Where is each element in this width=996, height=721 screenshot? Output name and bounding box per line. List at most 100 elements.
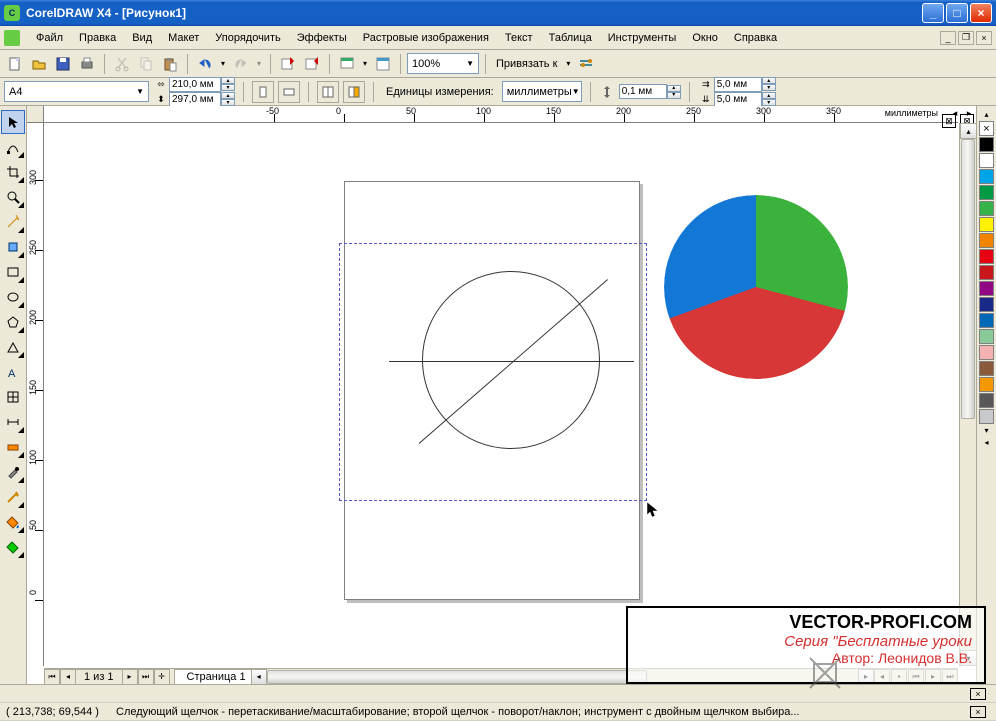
menu-файл[interactable]: Файл <box>28 29 71 47</box>
menu-справка[interactable]: Справка <box>726 29 785 47</box>
spin-down[interactable]: ▾ <box>762 99 776 106</box>
window-minimize-button[interactable]: _ <box>922 3 944 23</box>
snap-dropdown[interactable]: ▾ <box>563 53 573 75</box>
welcome-button[interactable] <box>372 53 394 75</box>
fill-indicator[interactable] <box>970 688 986 700</box>
next-page-button[interactable]: ▸ <box>122 669 138 685</box>
window-maximize-button[interactable]: □ <box>946 3 968 23</box>
launch-dropdown[interactable]: ▾ <box>360 53 370 75</box>
interactive-fill-tool[interactable] <box>1 535 25 559</box>
vertical-ruler[interactable]: 050100150200250300 <box>27 123 44 666</box>
all-pages-button[interactable] <box>317 81 339 103</box>
color-swatch[interactable] <box>979 313 994 328</box>
text-tool[interactable]: A <box>1 360 25 384</box>
spin-down[interactable]: ▾ <box>221 84 235 91</box>
scroll-down-button[interactable]: ▾ <box>960 650 977 666</box>
table-tool[interactable] <box>1 385 25 409</box>
import-button[interactable] <box>277 53 299 75</box>
shape-tool[interactable] <box>1 135 25 159</box>
window-close-button[interactable]: × <box>970 3 992 23</box>
launch-button[interactable] <box>336 53 358 75</box>
spin-up[interactable]: ▴ <box>667 85 681 92</box>
menu-эффекты[interactable]: Эффекты <box>289 29 355 47</box>
menu-упорядочить[interactable]: Упорядочить <box>207 29 288 47</box>
rectangle-tool[interactable] <box>1 260 25 284</box>
drawing-canvas[interactable] <box>44 123 958 666</box>
spin-down[interactable]: ▾ <box>762 84 776 91</box>
color-swatch[interactable] <box>979 329 994 344</box>
no-color-swatch[interactable] <box>979 121 994 136</box>
nav-button-1[interactable]: ◂ <box>874 669 890 685</box>
landscape-button[interactable] <box>278 81 300 103</box>
color-swatch[interactable] <box>979 409 994 424</box>
page-tab-1[interactable]: Страница 1 <box>174 669 259 685</box>
open-button[interactable] <box>28 53 50 75</box>
spin-up[interactable]: ▴ <box>762 92 776 99</box>
menu-текст[interactable]: Текст <box>497 29 541 47</box>
mdi-close-button[interactable]: × <box>976 31 992 45</box>
mdi-restore-button[interactable]: ❐ <box>958 31 974 45</box>
pick-tool[interactable] <box>1 110 25 134</box>
color-swatch[interactable] <box>979 153 994 168</box>
nav-button-2[interactable]: ▪ <box>891 669 907 685</box>
spin-up[interactable]: ▴ <box>221 92 235 99</box>
page-height-input[interactable]: 297,0 мм <box>169 92 221 107</box>
color-swatch[interactable] <box>979 393 994 408</box>
color-swatch[interactable] <box>979 185 994 200</box>
color-swatch[interactable] <box>979 217 994 232</box>
menu-инструменты[interactable]: Инструменты <box>600 29 685 47</box>
undo-button[interactable] <box>194 53 216 75</box>
page-width-input[interactable]: 210,0 мм <box>169 77 221 92</box>
scroll-right-button[interactable]: ▸ <box>858 669 874 685</box>
color-swatch[interactable] <box>979 377 994 392</box>
nav-button-3[interactable]: ⏮ <box>908 669 924 685</box>
zoom-combo[interactable]: 100% ▼ <box>407 53 479 74</box>
scroll-up-button[interactable]: ▴ <box>960 123 977 139</box>
freehand-tool[interactable] <box>1 210 25 234</box>
mdi-minimize-button[interactable]: _ <box>940 31 956 45</box>
add-page-button[interactable]: ✛ <box>154 669 170 685</box>
color-swatch[interactable] <box>979 281 994 296</box>
first-page-button[interactable]: ⏮ <box>44 669 60 685</box>
outline-tool[interactable] <box>1 485 25 509</box>
export-button[interactable] <box>301 53 323 75</box>
nav-button-4[interactable]: ▸ <box>925 669 941 685</box>
palette-up-button[interactable]: ▴ <box>980 108 994 120</box>
dup-x-input[interactable]: 5,0 мм <box>714 77 762 92</box>
ellipse-tool[interactable] <box>1 285 25 309</box>
menu-окно[interactable]: Окно <box>684 29 726 47</box>
color-swatch[interactable] <box>979 137 994 152</box>
menu-правка[interactable]: Правка <box>71 29 124 47</box>
color-swatch[interactable] <box>979 233 994 248</box>
color-swatch[interactable] <box>979 265 994 280</box>
redo-button[interactable] <box>230 53 252 75</box>
horizontal-scrollbar[interactable]: ◂ ▸ <box>267 669 858 685</box>
cut-button[interactable] <box>111 53 133 75</box>
basic-shapes-tool[interactable] <box>1 335 25 359</box>
print-button[interactable] <box>76 53 98 75</box>
nudge-input[interactable]: 0,1 мм <box>619 84 667 99</box>
zoom-tool[interactable] <box>1 185 25 209</box>
options-button[interactable] <box>575 53 597 75</box>
dimension-tool[interactable] <box>1 410 25 434</box>
drawn-circle[interactable] <box>422 271 600 449</box>
eyedropper-tool[interactable] <box>1 460 25 484</box>
outline-indicator[interactable] <box>970 706 986 718</box>
color-swatch[interactable] <box>979 361 994 376</box>
menu-таблица[interactable]: Таблица <box>541 29 600 47</box>
hscroll-thumb[interactable] <box>267 670 647 684</box>
nav-button-5[interactable]: ⏭ <box>942 669 958 685</box>
menu-вид[interactable]: Вид <box>124 29 160 47</box>
last-page-button[interactable]: ⏭ <box>138 669 154 685</box>
color-swatch[interactable] <box>979 249 994 264</box>
polygon-tool[interactable] <box>1 310 25 334</box>
fill-tool[interactable] <box>1 510 25 534</box>
color-swatch[interactable] <box>979 345 994 360</box>
new-button[interactable] <box>4 53 26 75</box>
spin-up[interactable]: ▴ <box>221 77 235 84</box>
copy-button[interactable] <box>135 53 157 75</box>
horizontal-ruler[interactable]: миллиметры -50050100150200250300350 <box>44 106 958 123</box>
color-swatch[interactable] <box>979 297 994 312</box>
dup-y-input[interactable]: 5,0 мм <box>714 92 762 107</box>
vertical-scrollbar[interactable]: ▴ ▾ <box>959 123 976 666</box>
